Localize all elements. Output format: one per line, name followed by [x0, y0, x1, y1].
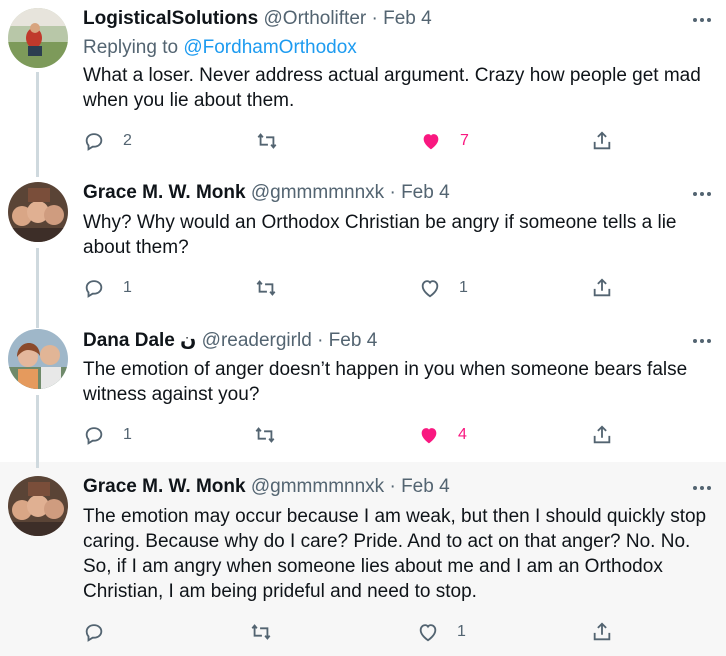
reply-button[interactable]: 1 — [83, 422, 132, 448]
like-button[interactable]: 1 — [417, 619, 466, 645]
tweet-date[interactable]: Feb 4 — [383, 8, 432, 29]
share-button[interactable] — [591, 619, 613, 645]
tweet-3[interactable]: Dana Dale ن @readergirld · Feb 4 The emo… — [0, 311, 726, 475]
author-handle[interactable]: @Ortholifter — [264, 8, 367, 29]
action-bar: 2 7 — [83, 128, 714, 154]
tweet-header: Grace M. W. Monk @gmmmmnnxk · Feb 4 — [83, 182, 686, 206]
action-bar: 1 4 — [83, 422, 714, 448]
reply-button[interactable]: 2 — [83, 128, 132, 154]
share-icon — [593, 278, 611, 297]
heart-icon — [421, 428, 437, 444]
thread-line — [36, 456, 39, 468]
more-icon[interactable] — [690, 331, 714, 351]
separator: · — [317, 330, 324, 351]
retweet-icon — [256, 280, 276, 296]
more-icon[interactable] — [690, 478, 714, 498]
heart-icon — [419, 624, 437, 642]
share-button[interactable] — [591, 422, 613, 448]
reply-count: 1 — [123, 426, 132, 443]
author-handle[interactable]: @gmmmmnnxk — [251, 476, 384, 497]
share-icon — [593, 425, 611, 444]
reply-count: 1 — [123, 279, 132, 296]
avatar[interactable] — [8, 8, 68, 68]
tweet-text: The emotion of anger doesn’t happen in y… — [83, 359, 688, 405]
author-handle[interactable]: @gmmmmnnxk — [251, 182, 384, 203]
tweet-4[interactable]: Grace M. W. Monk @gmmmmnnxk · Feb 4 The … — [0, 456, 726, 656]
separator: · — [389, 182, 396, 203]
retweet-icon — [257, 133, 277, 149]
like-count: 7 — [460, 132, 469, 149]
replying-to: Replying to @FordhamOrthodox — [83, 37, 357, 59]
share-icon — [593, 622, 611, 641]
more-icon[interactable] — [690, 10, 714, 30]
share-button[interactable] — [591, 128, 613, 154]
author-name[interactable]: LogisticalSolutions — [83, 8, 258, 29]
avatar[interactable] — [8, 182, 68, 242]
action-bar: 1 1 — [83, 275, 714, 301]
retweet-icon — [255, 427, 275, 443]
retweet-button[interactable] — [254, 422, 294, 448]
tweet-2[interactable]: Grace M. W. Monk @gmmmmnnxk · Feb 4 Why?… — [0, 164, 726, 328]
tweet-header: Dana Dale ن @readergirld · Feb 4 — [83, 329, 686, 353]
like-button[interactable]: 7 — [420, 128, 469, 154]
author-name[interactable]: Dana Dale ن — [83, 330, 196, 351]
thread-line — [36, 164, 39, 172]
tweet-date[interactable]: Feb 4 — [329, 330, 378, 351]
retweet-button[interactable] — [250, 619, 290, 645]
reply-icon — [85, 624, 103, 642]
tweet-text: What a loser. Never address actual argum… — [83, 65, 701, 111]
reply-icon — [85, 133, 103, 151]
share-icon — [593, 131, 611, 150]
thread-line — [36, 72, 39, 177]
like-button[interactable]: 4 — [418, 422, 467, 448]
reply-count: 2 — [123, 132, 132, 149]
reply-icon — [85, 427, 103, 445]
author-name[interactable]: Grace M. W. Monk — [83, 182, 246, 203]
avatar[interactable] — [8, 476, 68, 536]
tweet-text: The emotion may occur because I am weak,… — [83, 506, 707, 602]
retweet-button[interactable] — [256, 128, 296, 154]
tweet-header: LogisticalSolutions @Ortholifter · Feb 4 — [83, 8, 686, 32]
like-button[interactable]: 1 — [419, 275, 468, 301]
avatar[interactable] — [8, 329, 68, 389]
replying-to-link[interactable]: @FordhamOrthodox — [183, 37, 356, 58]
tweet-date[interactable]: Feb 4 — [401, 182, 450, 203]
retweet-button[interactable] — [255, 275, 295, 301]
like-count: 1 — [459, 279, 468, 296]
retweet-icon — [251, 624, 271, 640]
replying-prefix: Replying to — [83, 37, 179, 58]
reply-button[interactable] — [83, 619, 123, 645]
reply-button[interactable]: 1 — [83, 275, 132, 301]
thread-line — [36, 311, 39, 319]
heart-icon — [421, 280, 439, 298]
tweet-header: Grace M. W. Monk @gmmmmnnxk · Feb 4 — [83, 476, 686, 500]
like-count: 4 — [458, 426, 467, 443]
reply-icon — [85, 280, 103, 298]
more-icon[interactable] — [690, 184, 714, 204]
share-button[interactable] — [591, 275, 613, 301]
tweet-text: Why? Why would an Orthodox Christian be … — [83, 212, 677, 258]
separator: · — [371, 8, 378, 29]
tweet-date[interactable]: Feb 4 — [401, 476, 450, 497]
separator: · — [389, 476, 396, 497]
like-count: 1 — [457, 623, 466, 640]
action-bar: 1 — [83, 619, 714, 645]
author-name[interactable]: Grace M. W. Monk — [83, 476, 246, 497]
tweet-1[interactable]: LogisticalSolutions @Ortholifter · Feb 4… — [0, 0, 726, 177]
author-handle[interactable]: @readergirld — [202, 330, 312, 351]
heart-icon — [423, 134, 439, 150]
